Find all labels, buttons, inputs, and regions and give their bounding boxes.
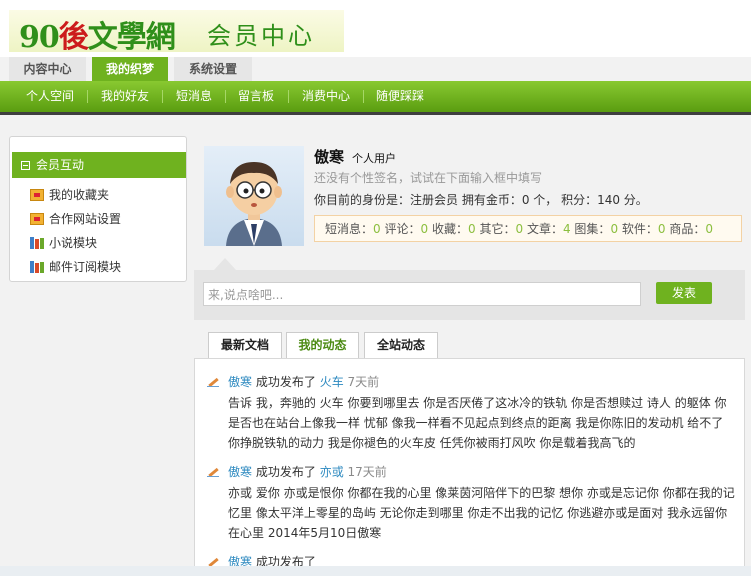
stat-value: 0 bbox=[373, 222, 381, 236]
sidebar-item-label: 小说模块 bbox=[49, 236, 98, 250]
stat-label: 其它： bbox=[479, 222, 516, 236]
books-icon bbox=[30, 261, 44, 273]
nav-consumption-center[interactable]: 消费中心 bbox=[302, 81, 350, 112]
sidebar-item-mail-subscription[interactable]: 邮件订阅模块 bbox=[30, 257, 121, 277]
stat-value: 0 bbox=[420, 222, 429, 236]
nav-guestbook[interactable]: 留言板 bbox=[238, 81, 274, 112]
stat-value: 0 bbox=[705, 222, 714, 236]
postbox-pointer bbox=[214, 258, 236, 270]
nav-divider bbox=[225, 90, 226, 103]
feed-user-link[interactable]: 傲寒 bbox=[228, 465, 252, 479]
logo-subtitle: 会员中心 bbox=[207, 22, 315, 50]
feed-title-link[interactable]: 亦或 bbox=[320, 465, 344, 479]
sidebar-item-label: 我的收藏夹 bbox=[49, 188, 110, 202]
nav-browse-random[interactable]: 随便踩踩 bbox=[376, 81, 424, 112]
user-type: 个人用户 bbox=[352, 152, 396, 165]
stat-label: 短消息： bbox=[325, 222, 374, 236]
sidebar: 会员互动 我的收藏夹 合作网站设置 小说模块 邮件订阅模块 bbox=[9, 136, 187, 282]
nav-my-friends[interactable]: 我的好友 bbox=[101, 81, 149, 112]
tab-my-activity[interactable]: 我的动态 bbox=[286, 332, 359, 358]
feed-title-link[interactable]: 火车 bbox=[320, 375, 344, 389]
stat-label: 收藏： bbox=[431, 222, 468, 236]
nav-divider bbox=[363, 90, 364, 103]
nav-divider bbox=[162, 90, 163, 103]
avatar-cartoon-icon bbox=[226, 162, 282, 246]
feed-action: 成功发布了 bbox=[255, 465, 316, 479]
feed-body: 亦或 爱你 亦或是恨你 你都在我的心里 像莱茵河陪伴下的巴黎 想你 亦或是忘记你… bbox=[228, 486, 735, 540]
feed-item: 傲寒 成功发布了 火车 7天前 告诉 我，奔驰的 火车 你要到哪里去 你是否厌倦… bbox=[207, 373, 735, 453]
stat-value: 4 bbox=[562, 222, 571, 236]
nav-divider bbox=[87, 90, 88, 103]
stat-value: 0 bbox=[657, 222, 666, 236]
avatar[interactable] bbox=[204, 146, 304, 246]
nav-divider bbox=[288, 90, 289, 103]
stat-label: 软件： bbox=[621, 222, 658, 236]
post-box: 来,说点啥吧... 发表 bbox=[194, 270, 745, 320]
bottom-strip bbox=[0, 566, 751, 576]
stat-value: 0 bbox=[610, 222, 619, 236]
feed-action: 成功发布了 bbox=[255, 375, 316, 389]
stat-label: 文章： bbox=[526, 222, 563, 236]
stat-label: 商品： bbox=[669, 222, 706, 236]
logo-mark-accent: 後 bbox=[58, 20, 89, 55]
feed-time: 7天前 bbox=[347, 375, 380, 389]
pencil-icon bbox=[207, 377, 220, 388]
activity-feed: 傲寒 成功发布了 火车 7天前 告诉 我，奔驰的 火车 你要到哪里去 你是否厌倦… bbox=[194, 358, 745, 576]
nav-messages[interactable]: 短消息 bbox=[176, 81, 212, 112]
tab-system-settings[interactable]: 系统设置 bbox=[174, 57, 252, 81]
logo-mark: 90 bbox=[19, 20, 60, 55]
sidebar-item-novel-module[interactable]: 小说模块 bbox=[30, 233, 97, 253]
logo-brand: 文學網 bbox=[87, 20, 176, 55]
stat-label: 图集： bbox=[574, 222, 611, 236]
sidebar-item-partner-sites[interactable]: 合作网站设置 bbox=[30, 209, 121, 229]
sidebar-item-favorites[interactable]: 我的收藏夹 bbox=[30, 185, 109, 205]
post-button[interactable]: 发表 bbox=[656, 282, 712, 304]
feed-body: 告诉 我，奔驰的 火车 你要到哪里去 你是否厌倦了这冰冷的铁轨 你是否想赎过 诗… bbox=[228, 396, 727, 450]
main-content: 傲寒 个人用户 还没有个性签名，试试在下面输入框中填写 你目前的身份是：注册会员… bbox=[194, 136, 751, 576]
user-signature[interactable]: 还没有个性签名，试试在下面输入框中填写 bbox=[314, 169, 542, 186]
user-identity: 你目前的身份是：注册会员 拥有金币：0 个， 积分：140 分。 bbox=[314, 193, 648, 207]
sidebar-item-label: 邮件订阅模块 bbox=[49, 260, 122, 274]
tab-latest-docs[interactable]: 最新文档 bbox=[208, 332, 282, 358]
folder-icon bbox=[30, 213, 44, 225]
stat-value: 0 bbox=[515, 222, 524, 236]
site-logo[interactable]: 90後文學網 会员中心 bbox=[9, 10, 344, 55]
sidebar-header[interactable]: 会员互动 bbox=[12, 152, 186, 178]
tab-content-center[interactable]: 内容中心 bbox=[9, 57, 86, 81]
post-input[interactable]: 来,说点啥吧... bbox=[203, 282, 641, 306]
sidebar-title: 会员互动 bbox=[36, 158, 85, 172]
nav-personal-space[interactable]: 个人空间 bbox=[26, 81, 74, 112]
stats-bar: 短消息：0 评论：0 收藏：0 其它：0 文章：4 图集：0 软件：0 商品：0 bbox=[314, 215, 742, 242]
stat-label: 评论： bbox=[384, 222, 421, 236]
feed-item: 傲寒 成功发布了 亦或 17天前 亦或 爱你 亦或是恨你 你都在我的心里 像莱茵… bbox=[207, 463, 735, 543]
collapse-icon[interactable] bbox=[21, 161, 30, 170]
sidebar-item-label: 合作网站设置 bbox=[49, 212, 122, 226]
books-icon bbox=[30, 237, 44, 249]
tab-site-activity[interactable]: 全站动态 bbox=[364, 332, 438, 358]
feed-user-link[interactable]: 傲寒 bbox=[228, 375, 252, 389]
folder-icon bbox=[30, 189, 44, 201]
main-nav: 个人空间 我的好友 短消息 留言板 消费中心 随便踩踩 bbox=[0, 81, 751, 115]
feed-time: 17天前 bbox=[347, 465, 387, 479]
pencil-icon bbox=[207, 467, 220, 478]
user-name: 傲寒 bbox=[314, 148, 345, 166]
logo-wordmark: 90後文學網 bbox=[19, 12, 176, 56]
stat-value: 0 bbox=[467, 222, 476, 236]
header: 90後文學網 会员中心 bbox=[0, 0, 751, 57]
tab-my-dream[interactable]: 我的织梦 bbox=[92, 57, 168, 81]
